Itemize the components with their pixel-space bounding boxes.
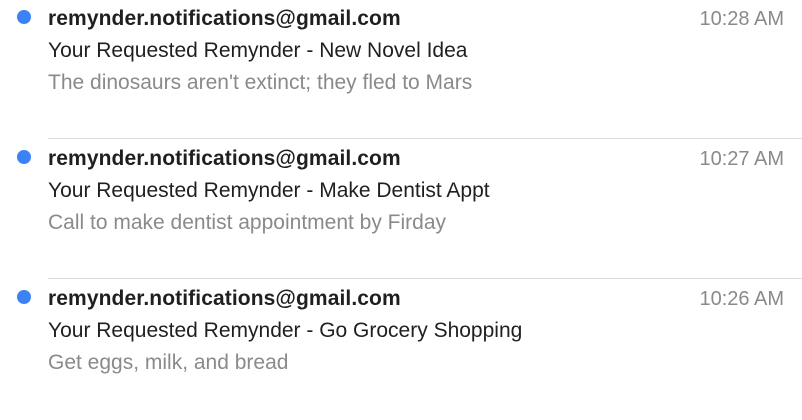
message-preview: The dinosaurs aren't extinct; they fled … — [48, 71, 473, 94]
sender-address: remynder.notifications@gmail.com — [48, 7, 401, 30]
received-time: 10:27 AM — [699, 148, 784, 170]
unread-dot-icon — [17, 150, 31, 164]
subject-line: Your Requested Remynder - New Novel Idea — [48, 39, 468, 62]
message-row[interactable]: remynder.notifications@gmail.com 10:27 A… — [0, 140, 802, 280]
row-divider — [48, 138, 802, 139]
received-time: 10:26 AM — [699, 288, 784, 310]
unread-dot-icon — [17, 10, 31, 24]
unread-dot-icon — [17, 290, 31, 304]
subject-line: Your Requested Remynder - Make Dentist A… — [48, 179, 490, 202]
message-preview: Get eggs, milk, and bread — [48, 351, 289, 374]
row-divider — [48, 278, 802, 279]
sender-address: remynder.notifications@gmail.com — [48, 147, 401, 170]
received-time: 10:28 AM — [699, 8, 784, 30]
sender-address: remynder.notifications@gmail.com — [48, 287, 401, 310]
message-row[interactable]: remynder.notifications@gmail.com 10:28 A… — [0, 0, 802, 140]
message-row[interactable]: remynder.notifications@gmail.com 10:26 A… — [0, 280, 802, 420]
subject-line: Your Requested Remynder - Go Grocery Sho… — [48, 319, 523, 342]
message-preview: Call to make dentist appointment by Fird… — [48, 211, 447, 234]
message-list: remynder.notifications@gmail.com 10:28 A… — [0, 0, 802, 420]
